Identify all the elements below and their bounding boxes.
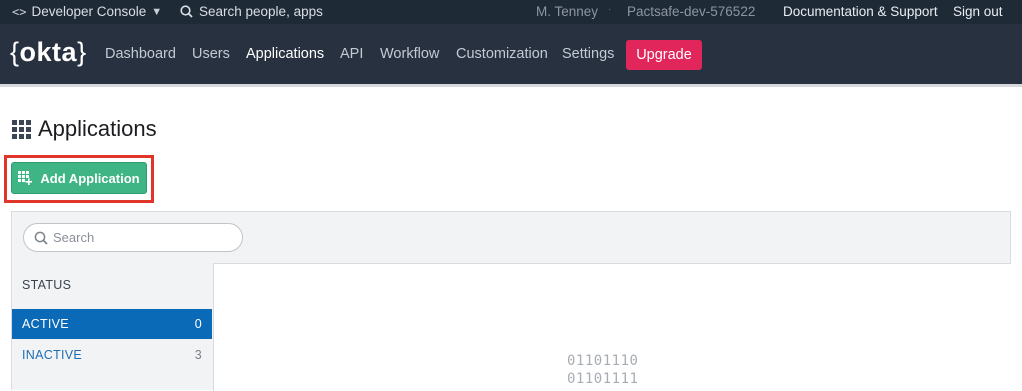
- developer-console-dropdown[interactable]: <> Developer Console ▼: [12, 4, 162, 19]
- nav-dashboard[interactable]: Dashboard: [105, 46, 176, 62]
- app-search-input[interactable]: Search: [23, 223, 243, 252]
- code-brackets-icon: <>: [12, 4, 27, 19]
- filter-label: ACTIVE: [22, 317, 69, 331]
- filter-count: 0: [194, 317, 202, 331]
- sign-out-link[interactable]: Sign out: [953, 4, 1003, 19]
- binary-line: 01101111: [567, 371, 639, 387]
- global-search-label: Search people, apps: [199, 4, 323, 19]
- nav-applications[interactable]: Applications: [246, 46, 324, 62]
- filter-count: 3: [194, 348, 202, 362]
- nav-api[interactable]: API: [340, 46, 363, 62]
- filter-inactive[interactable]: INACTIVE 3: [12, 340, 212, 370]
- filter-active[interactable]: ACTIVE 0: [12, 309, 212, 339]
- documentation-support-link[interactable]: Documentation & Support: [783, 4, 938, 19]
- developer-console-label: Developer Console: [31, 4, 147, 19]
- user-name: M. Tenney: [536, 4, 599, 19]
- empty-state-graphic: 01101110 01101111: [567, 352, 638, 388]
- applications-panel: Search STATUS ACTIVE 0 INACTIVE 3 011011…: [11, 211, 1011, 391]
- nav-customization[interactable]: Customization: [456, 46, 548, 62]
- search-icon: [180, 5, 193, 18]
- nav-workflow[interactable]: Workflow: [380, 46, 439, 62]
- page-heading: Applications: [12, 116, 157, 142]
- status-heading: STATUS: [22, 278, 72, 292]
- add-application-label: Add Application: [40, 170, 140, 186]
- top-utility-bar: <> Developer Console ▼ Search people, ap…: [0, 0, 1022, 24]
- nav-settings[interactable]: Settings: [562, 46, 614, 62]
- binary-line: 01101110: [567, 353, 639, 369]
- okta-logo[interactable]: {okta}: [10, 37, 87, 68]
- filter-label: INACTIVE: [22, 348, 83, 362]
- add-app-grid-icon: [18, 171, 33, 185]
- nav-users[interactable]: Users: [192, 46, 230, 62]
- caret-down-icon: ▼: [151, 5, 163, 18]
- navbar-divider: [0, 84, 1022, 87]
- logo-text: okta: [19, 37, 78, 67]
- page-title: Applications: [38, 116, 157, 141]
- upgrade-button[interactable]: Upgrade: [626, 40, 702, 70]
- add-application-button[interactable]: Add Application: [11, 162, 147, 194]
- main-navbar: {okta} Dashboard Users Applications API …: [0, 24, 1022, 84]
- global-search[interactable]: Search people, apps: [180, 4, 323, 19]
- search-placeholder: Search: [53, 230, 95, 245]
- org-name: Pactsafe-dev-576522: [627, 4, 756, 19]
- search-icon: [34, 231, 48, 245]
- grid-icon: [12, 119, 31, 139]
- separator: ·: [608, 4, 612, 15]
